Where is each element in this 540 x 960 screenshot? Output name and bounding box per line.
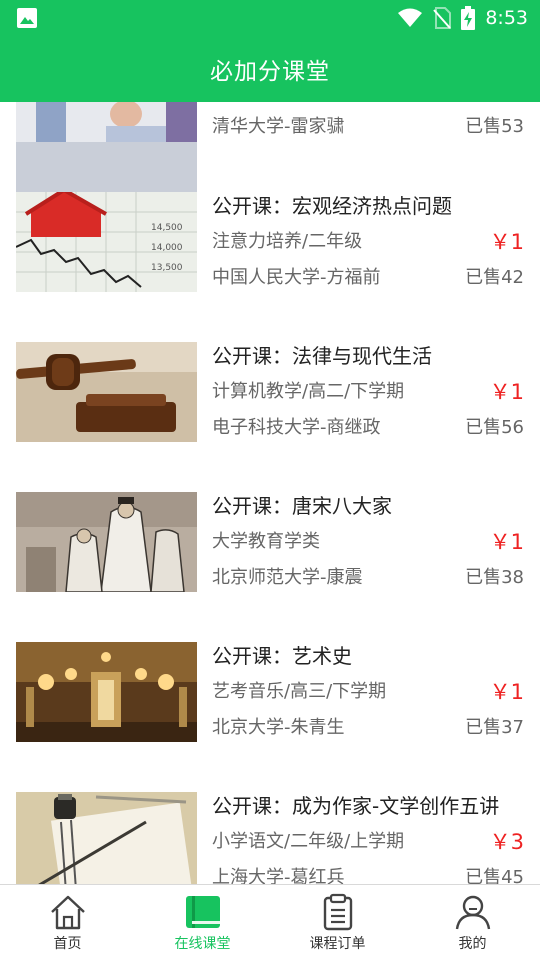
course-category: 艺考音乐/高三/下学期 [212,681,387,702]
sold-count: 已售42 [465,267,524,288]
course-category: 注意力培养/二年级 [212,231,363,252]
course-thumbnail [16,492,197,592]
course-teacher: 电子科技大学-商继政 [212,417,381,438]
clipboard-icon [323,893,352,931]
course-item[interactable]: 公开课：成为作家-文学创作五讲 小学语文/二年级/上学期 ￥3 上海大学-葛红兵… [0,786,540,884]
sold-count: 已售53 [465,116,524,137]
course-price: ￥3 [489,830,524,854]
course-category: 小学语文/二年级/上学期 [212,831,405,852]
status-bar: 8:53 [0,0,540,36]
course-teacher: 清华大学-雷家骕 [212,116,345,137]
course-item[interactable]: 已售53 清华大学-雷家骕 [0,102,540,202]
course-title: 公开课：成为作家-文学创作五讲 [212,794,500,818]
home-icon [50,895,85,930]
tab-online-class[interactable]: 在线课堂 [135,885,270,960]
course-price: ￥1 [489,530,524,554]
sold-count: 已售38 [465,567,524,588]
course-item[interactable]: 公开课：法律与现代生活 计算机教学/高二/下学期 ￥1 电子科技大学-商继政 已… [0,336,540,486]
sold-count: 已售45 [465,867,524,884]
course-category: 大学教育学类 [212,531,320,552]
course-title: 公开课：法律与现代生活 [212,344,432,368]
course-teacher: 中国人民大学-方福前 [212,267,381,288]
course-item[interactable]: 公开课：艺术史 艺考音乐/高三/下学期 ￥1 北京大学-朱青生 已售37 [0,636,540,786]
course-list[interactable]: 已售53 清华大学-雷家骕 14,500 14,000 13,500 公开课：宏… [0,102,540,884]
person-icon [455,895,490,930]
svg-text:14,500: 14,500 [151,223,183,233]
tab-label: 首页 [53,936,82,952]
wifi-icon [398,8,423,27]
app-header: 必加分课堂 [0,36,540,102]
battery-charging-icon [461,6,476,30]
course-thumbnail [16,792,197,884]
sold-count: 已售56 [465,417,524,438]
svg-text:14,000: 14,000 [151,243,183,253]
course-thumbnail: 14,500 14,000 13,500 [16,192,197,292]
image-notification-icon [17,8,37,28]
no-sim-icon [433,7,452,29]
tab-course-orders[interactable]: 课程订单 [270,885,405,960]
sold-count: 已售37 [465,717,524,738]
course-price: ￥1 [489,380,524,404]
course-thumbnail [16,642,197,742]
course-item[interactable]: 公开课：唐宋八大家 大学教育学类 ￥1 北京师范大学-康震 已售38 [0,486,540,636]
tab-label: 在线课堂 [174,936,231,952]
tab-label: 课程订单 [309,936,366,952]
course-price: ￥1 [489,230,524,254]
clock-text: 8:53 [485,7,528,29]
page-title: 必加分课堂 [210,59,330,85]
course-category: 计算机教学/高二/下学期 [212,381,405,402]
course-price: ￥1 [489,680,524,704]
course-title: 公开课：宏观经济热点问题 [212,194,452,218]
course-title: 公开课：艺术史 [212,644,352,668]
course-teacher: 北京师范大学-康震 [212,567,363,588]
course-teacher: 上海大学-葛红兵 [212,867,345,884]
tab-mine[interactable]: 我的 [405,885,540,960]
svg-text:13,500: 13,500 [151,263,183,273]
bottom-tab-bar: 首页 在线课堂 课程订单 我的 [0,884,540,960]
book-icon [185,896,220,928]
course-title: 公开课：唐宋八大家 [212,494,392,518]
tab-home[interactable]: 首页 [0,885,135,960]
course-teacher: 北京大学-朱青生 [212,717,345,738]
course-item[interactable]: 14,500 14,000 13,500 公开课：宏观经济热点问题 注意力培养/… [0,186,540,336]
tab-label: 我的 [458,936,487,952]
course-thumbnail [16,342,197,442]
